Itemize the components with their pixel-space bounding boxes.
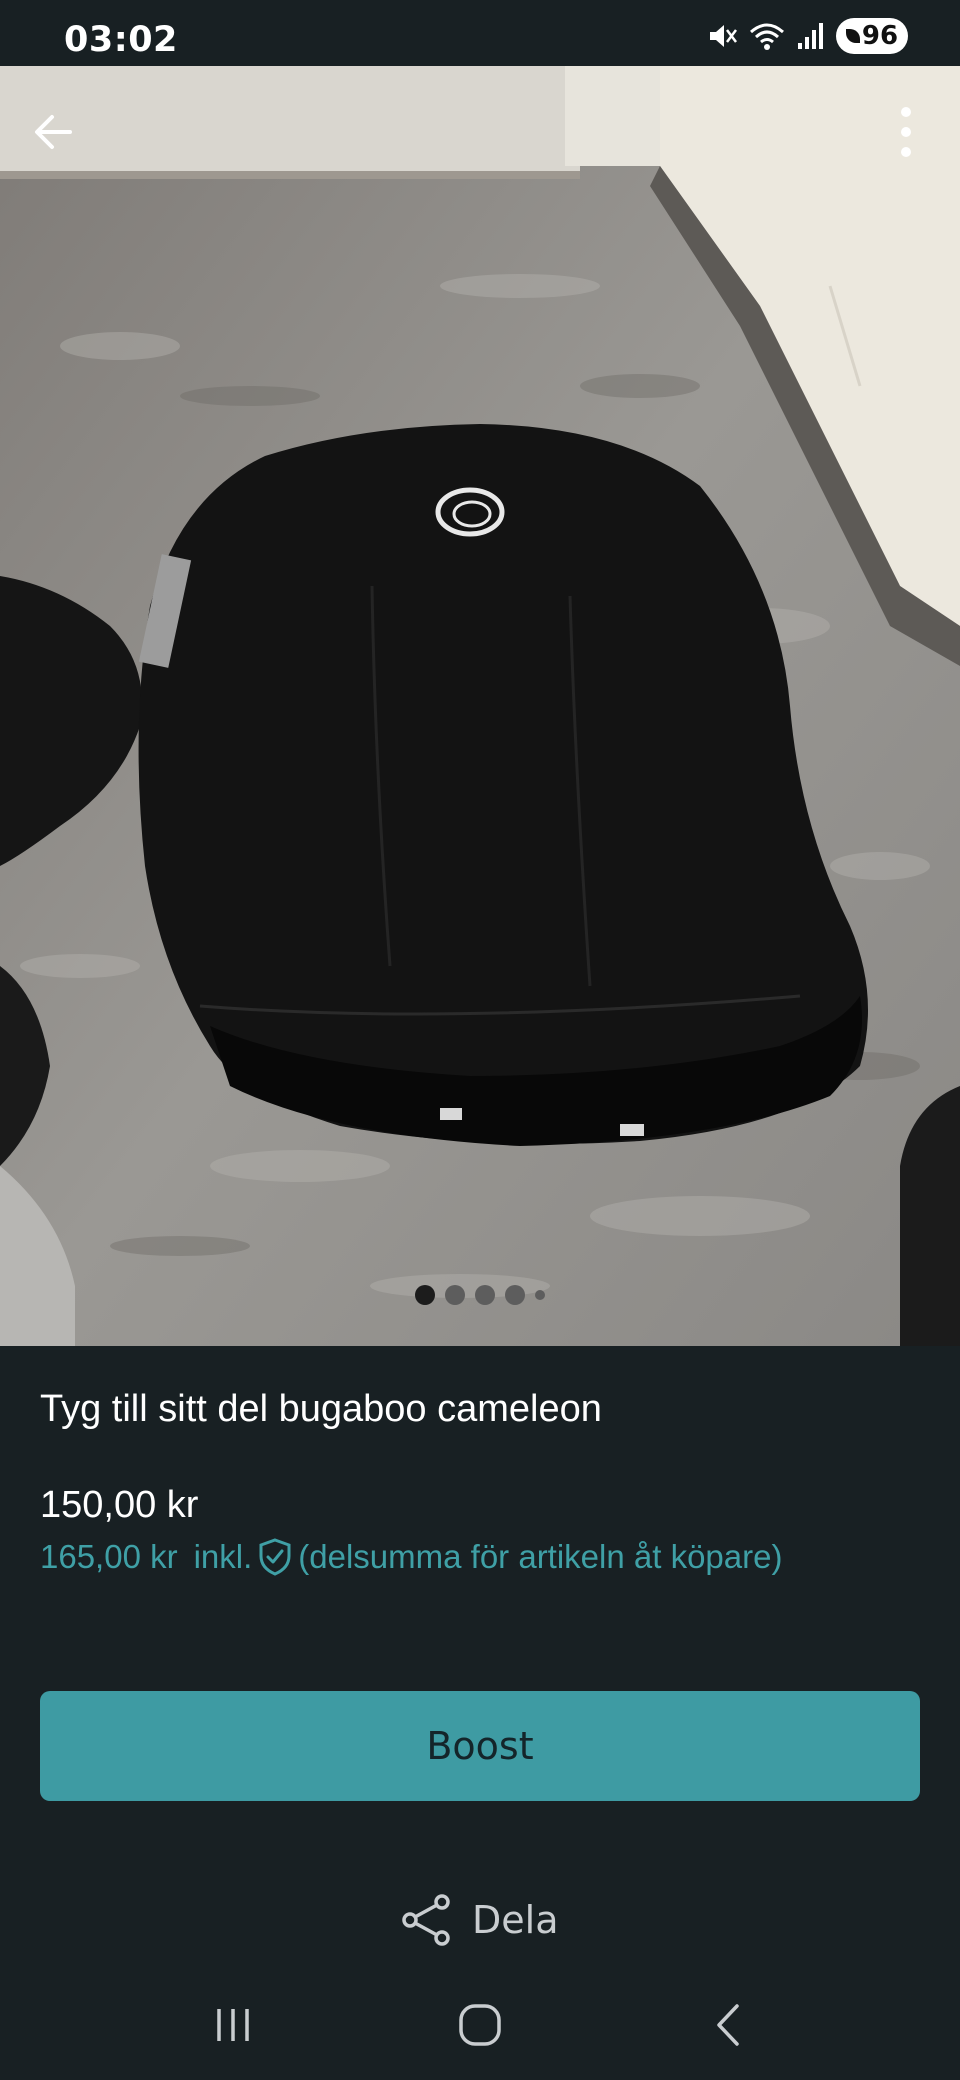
share-icon	[402, 1894, 450, 1946]
carousel-dot[interactable]	[475, 1285, 495, 1305]
share-label: Dela	[472, 1898, 559, 1942]
buyer-protection-shield-icon	[259, 1538, 291, 1576]
back-button[interactable]	[14, 92, 94, 172]
buyer-price-info[interactable]: 165,00 kr inkl. (delsumma för artikeln å…	[40, 1538, 782, 1576]
boost-button[interactable]: Boost	[40, 1691, 920, 1801]
status-time: 03:02	[64, 20, 178, 60]
system-navigation-bar	[0, 1970, 960, 2080]
home-icon	[459, 2004, 501, 2046]
battery-saver-icon	[845, 29, 860, 43]
carousel-indicator	[0, 1283, 960, 1307]
listing-photo[interactable]	[0, 66, 960, 1346]
more-options-button[interactable]	[866, 92, 946, 172]
listing-title: Tyg till sitt del bugaboo cameleon	[40, 1388, 602, 1430]
listing-price: 150,00 kr	[40, 1484, 199, 1526]
status-bar: 03:02 96	[0, 0, 960, 66]
chevron-left-icon	[716, 2004, 739, 2046]
arrow-left-icon	[35, 115, 72, 149]
status-icons: 96	[706, 18, 908, 54]
buyer-price-note: (delsumma för artikeln åt köpare)	[298, 1538, 783, 1575]
recent-apps-button[interactable]	[173, 1985, 293, 2065]
carousel-dot[interactable]	[505, 1285, 525, 1305]
wifi-icon	[750, 23, 784, 50]
carousel-dot[interactable]	[445, 1285, 465, 1305]
mute-icon	[710, 25, 737, 47]
buyer-price-amount: 165,00 kr	[40, 1538, 178, 1575]
carousel-dot[interactable]	[415, 1285, 435, 1305]
carousel-dot[interactable]	[535, 1290, 545, 1300]
buyer-price-incl: inkl.	[193, 1538, 253, 1575]
battery-icon: 96	[836, 18, 908, 54]
system-back-button[interactable]	[667, 1985, 787, 2065]
signal-icon	[798, 23, 823, 49]
share-button[interactable]: Dela	[400, 1890, 558, 1950]
battery-level: 96	[861, 21, 899, 51]
recent-apps-icon	[217, 2009, 250, 2041]
home-button[interactable]	[420, 1985, 540, 2065]
more-vertical-icon	[901, 107, 911, 157]
product-image	[0, 66, 960, 1346]
